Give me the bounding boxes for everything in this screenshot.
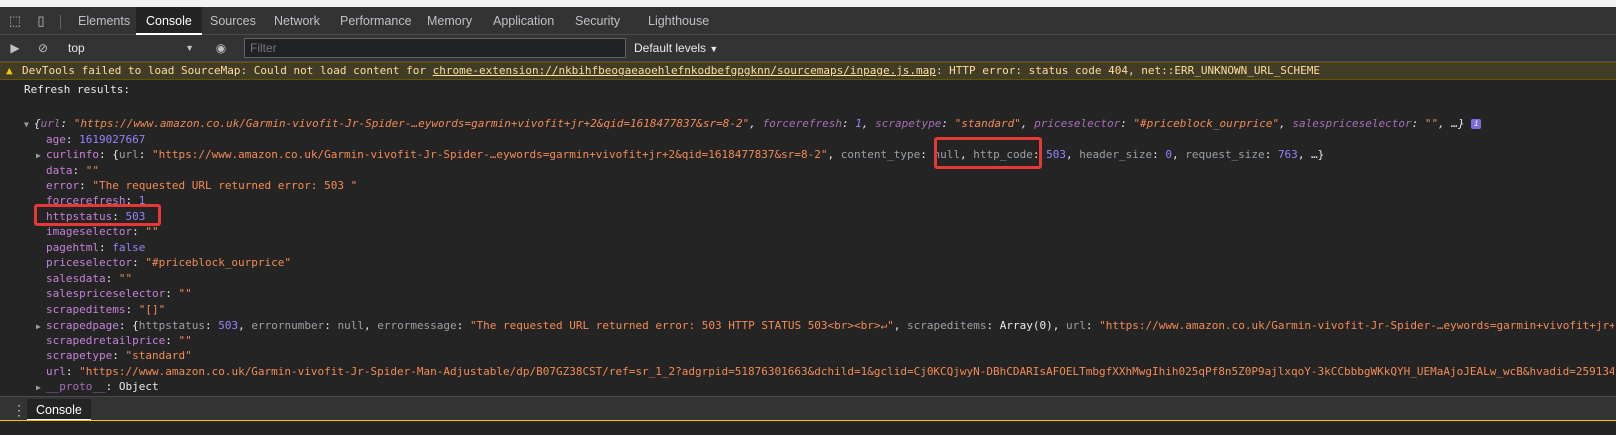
prop-url: url: "https://www.amazon.co.uk/Garmin-vi…: [46, 365, 1614, 378]
collapse-triangle-icon[interactable]: ▶: [36, 319, 46, 334]
devtools-tab-bar: ⬚ ▯ Elements Console Sources Network Per…: [0, 7, 1616, 35]
device-toolbar-icon[interactable]: ▯: [32, 12, 50, 30]
prop-scrapeditems: scrapeditems: "[]": [46, 303, 166, 316]
console-toolbar: ▶ ⊘ top ▼ ◉ Default levels ▼: [0, 35, 1616, 62]
prop-scrapetype: scrapetype: "standard": [46, 349, 192, 362]
window-top-strip: [0, 0, 1616, 7]
prop-salesdata: salesdata: "": [46, 272, 133, 285]
sourcemap-warning: ▲ DevTools failed to load SourceMap: Cou…: [0, 62, 1616, 80]
tab-lighthouse[interactable]: Lighthouse: [638, 7, 719, 35]
console-output[interactable]: ▲ DevTools failed to load SourceMap: Cou…: [0, 62, 1616, 396]
tab-separator: [60, 15, 61, 29]
warning-prefix: DevTools failed to load SourceMap: Could…: [22, 64, 433, 77]
tab-elements[interactable]: Elements: [68, 7, 140, 35]
tab-performance[interactable]: Performance: [330, 7, 422, 35]
prop-scrapedretailprice: scrapedretailprice: "": [46, 334, 192, 347]
warning-icon: ▲: [6, 64, 13, 77]
tab-console[interactable]: Console: [136, 7, 202, 35]
drawer-tab-console[interactable]: Console: [27, 399, 91, 421]
tab-memory[interactable]: Memory: [417, 7, 482, 35]
highlight-httpstatus-box: [34, 204, 161, 226]
prop-curlinfo[interactable]: ▶ curlinfo: {url: "https://www.amazon.co.…: [36, 147, 1614, 163]
sourcemap-link[interactable]: chrome-extension://nkbihfbeogaeaoehlefnk…: [433, 64, 936, 77]
clear-console-icon[interactable]: ⊘: [34, 39, 52, 57]
context-selector[interactable]: top ▼: [68, 39, 200, 57]
warning-suffix: : HTTP error: status code 404, net::ERR_…: [935, 64, 1321, 77]
prop-scrapedpage[interactable]: ▶ scrapedpage: {httpstatus: 503, errornum…: [36, 318, 1614, 334]
prop-salespriceselector: salespriceselector: "": [46, 287, 192, 300]
filter-input[interactable]: [244, 38, 626, 58]
object-summary-line[interactable]: ▼ {url: "https://www.amazon.co.uk/Garmin-…: [24, 116, 1614, 132]
dropdown-arrow-icon: ▼: [185, 43, 194, 53]
drawer-menu-icon[interactable]: ⋮: [12, 402, 26, 419]
prop-pagehtml: pagehtml: false: [46, 241, 146, 254]
prop-proto[interactable]: ▶ __proto__: Object: [36, 379, 159, 395]
tab-security[interactable]: Security: [565, 7, 630, 35]
window-bottom-strip: [0, 420, 1616, 435]
context-label: top: [68, 41, 85, 55]
tab-sources[interactable]: Sources: [200, 7, 266, 35]
inspect-element-icon[interactable]: ⬚: [6, 12, 24, 30]
sidebar-toggle-icon[interactable]: ▶: [6, 39, 24, 57]
tab-application[interactable]: Application: [483, 7, 564, 35]
prop-priceselector: priceselector: "#priceblock_ourprice": [46, 256, 292, 269]
info-badge-icon[interactable]: i: [1471, 119, 1482, 129]
log-levels-dropdown[interactable]: Default levels ▼: [634, 39, 718, 58]
collapse-triangle-icon[interactable]: ▶: [36, 148, 46, 163]
prop-age: age: 1619027667: [46, 133, 146, 146]
expand-triangle-icon[interactable]: ▼: [24, 117, 34, 132]
refresh-results-message: Refresh results:: [24, 83, 130, 96]
prop-imageselector: imageselector: "": [46, 225, 159, 238]
prop-data: data: "": [46, 164, 99, 177]
prop-error: error: "The requested URL returned error…: [46, 179, 358, 192]
highlight-http-code-box: [934, 137, 1042, 169]
collapse-triangle-icon[interactable]: ▶: [36, 380, 46, 395]
levels-arrow-icon: ▼: [709, 44, 719, 54]
log-levels-label: Default levels: [634, 41, 707, 55]
eye-icon[interactable]: ◉: [212, 39, 230, 57]
tab-network[interactable]: Network: [264, 7, 330, 35]
